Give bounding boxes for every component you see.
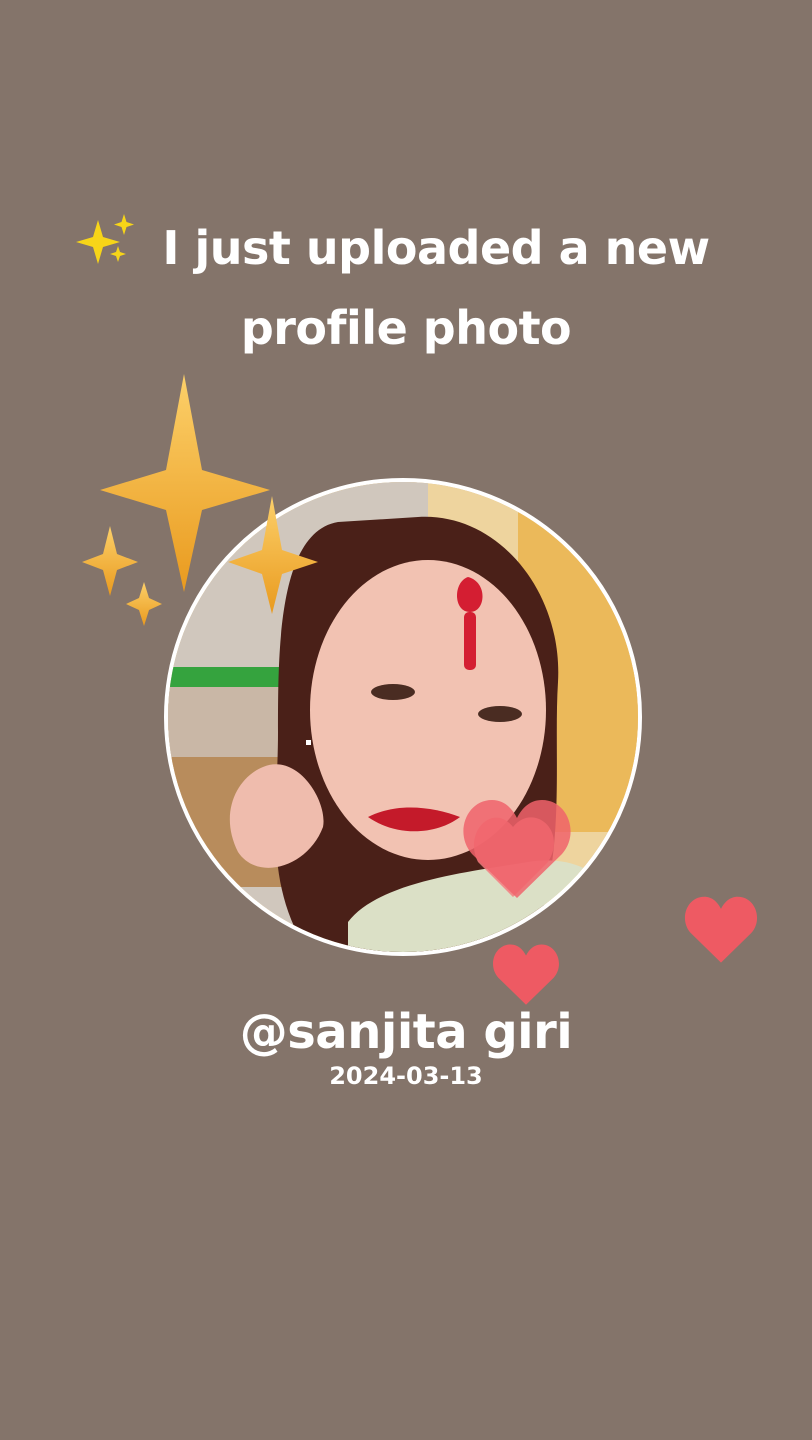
heart-icon [493, 944, 559, 1005]
heart-icon [463, 800, 571, 898]
sparkles-decoration-icon [82, 374, 318, 626]
headline-line-2: profile photo [240, 301, 572, 355]
headline: I just uploaded a new profile photo [40, 208, 772, 368]
username: @sanjita giri [239, 1004, 573, 1060]
sparkles-icon [76, 214, 134, 264]
headline-line-1: I just uploaded a new [162, 221, 710, 275]
heart-icon [684, 896, 758, 963]
upload-date: 2024-03-13 [329, 1062, 483, 1090]
